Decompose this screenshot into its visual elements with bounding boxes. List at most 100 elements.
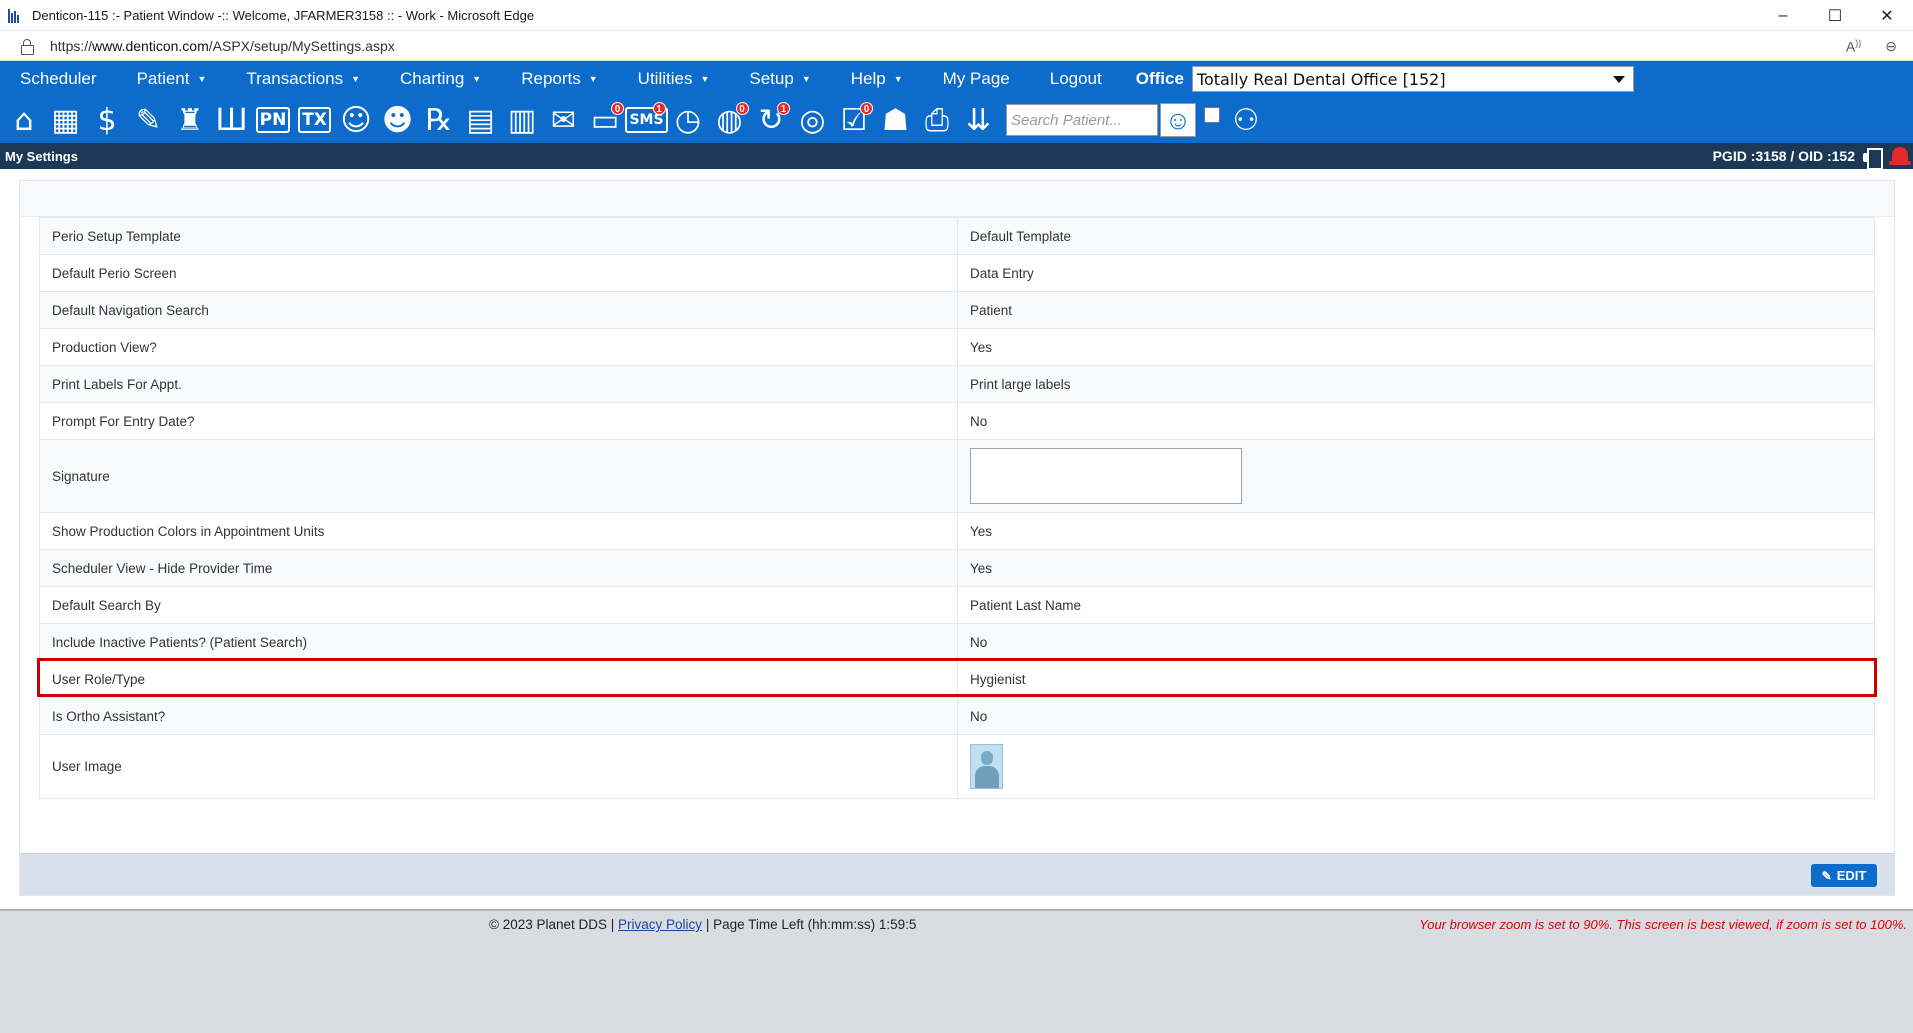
read-aloud-icon[interactable]: A)) bbox=[1846, 38, 1861, 55]
menu-scheduler[interactable]: Scheduler bbox=[0, 69, 117, 89]
clock-icon[interactable]: ◷ bbox=[670, 101, 706, 139]
setting-label: Print Labels For Appt. bbox=[39, 365, 958, 403]
search-patient-input[interactable] bbox=[1006, 104, 1158, 136]
patient-search-icon[interactable]: ☺ bbox=[1160, 103, 1196, 137]
treatment-icon[interactable]: TX bbox=[297, 101, 333, 139]
caret-down-icon: ▼ bbox=[893, 74, 903, 84]
table-row: Include Inactive Patients? (Patient Sear… bbox=[39, 623, 1875, 661]
advanced-search-icon[interactable]: ⚇ bbox=[1228, 101, 1264, 139]
menu-logout[interactable]: Logout bbox=[1030, 69, 1122, 89]
globe-icon[interactable]: ◎ bbox=[795, 101, 831, 139]
table-row: User Image bbox=[39, 734, 1875, 799]
setting-value: No bbox=[957, 697, 1875, 735]
zoom-icon[interactable]: ⊖ bbox=[1885, 38, 1897, 55]
table-row: Signature bbox=[39, 439, 1875, 513]
pencil-icon: ✎ bbox=[1821, 868, 1832, 883]
caret-down-icon: ▼ bbox=[472, 74, 482, 84]
setting-value: Patient bbox=[957, 291, 1875, 329]
dollar-icon[interactable]: $ bbox=[89, 101, 125, 139]
office-select-value: Totally Real Dental Office [152] bbox=[1196, 69, 1446, 89]
setting-label: Default Navigation Search bbox=[39, 291, 958, 329]
setting-value bbox=[957, 734, 1875, 799]
caret-down-icon: ▼ bbox=[351, 74, 361, 84]
tasks-icon[interactable]: ☑ 0 bbox=[836, 101, 873, 139]
setting-label: Is Ortho Assistant? bbox=[39, 697, 958, 735]
bell-icon[interactable] bbox=[1889, 146, 1911, 168]
messages-icon[interactable]: ▭ 0 bbox=[587, 101, 624, 139]
window-title: Denticon-115 :- Patient Window -:: Welco… bbox=[32, 7, 535, 23]
prescription-icon[interactable]: ℞ bbox=[421, 101, 457, 139]
printer-toolbar-icon[interactable]: ⎙ bbox=[919, 101, 955, 139]
zoom-warning: Your browser zoom is set to 90%. This sc… bbox=[1419, 917, 1907, 932]
table-row: Perio Setup Template Default Template bbox=[39, 217, 1875, 255]
fax-icon[interactable]: ▥ bbox=[504, 101, 540, 139]
home-icon[interactable]: ⌂ bbox=[6, 101, 42, 139]
mail-icon[interactable]: ✉ bbox=[546, 101, 582, 139]
setting-label: Default Search By bbox=[39, 586, 958, 624]
setting-value: Yes bbox=[957, 512, 1875, 550]
document-icon[interactable]: ▤ bbox=[463, 101, 499, 139]
menu-patient[interactable]: Patient ▼ bbox=[117, 69, 227, 89]
setting-label: Prompt For Entry Date? bbox=[39, 402, 958, 440]
add-patient-icon[interactable]: ☺ bbox=[338, 101, 374, 139]
page-title: My Settings bbox=[5, 148, 78, 164]
setting-value: Patient Last Name bbox=[957, 586, 1875, 624]
privacy-policy-link[interactable]: Privacy Policy bbox=[618, 917, 702, 932]
subheader-actions bbox=[1863, 146, 1911, 170]
office-select[interactable]: Totally Real Dental Office [152] bbox=[1191, 66, 1634, 92]
main-content: Perio Setup Template Default Template Def… bbox=[0, 169, 1913, 909]
menu-utilities[interactable]: Utilities ▼ bbox=[618, 69, 730, 89]
web-alerts-icon[interactable]: ◍ 0 bbox=[712, 101, 749, 139]
setting-label: User Image bbox=[39, 734, 958, 799]
setting-value: Data Entry bbox=[957, 254, 1875, 292]
sync-icon[interactable]: ↻ 1 bbox=[753, 101, 790, 139]
close-button[interactable]: ✕ bbox=[1861, 0, 1913, 31]
menu-reports[interactable]: Reports ▼ bbox=[501, 69, 617, 89]
menu-charting[interactable]: Charting ▼ bbox=[380, 69, 501, 89]
search-option-checkbox[interactable] bbox=[1204, 107, 1220, 123]
edit-button[interactable]: ✎ EDIT bbox=[1811, 864, 1877, 887]
table-row-user-role: User Role/Type Hygienist bbox=[39, 660, 1875, 698]
lock-icon[interactable] bbox=[20, 38, 34, 55]
address-bar[interactable]: https://www.denticon.com/ASPX/setup/MySe… bbox=[0, 31, 1913, 61]
setting-label: Scheduler View - Hide Provider Time bbox=[39, 549, 958, 587]
table-row: Show Production Colors in Appointment Un… bbox=[39, 512, 1875, 550]
tooth-icon[interactable]: Ш bbox=[214, 101, 250, 139]
edit-notes-icon[interactable]: ✎ bbox=[131, 101, 167, 139]
setting-value: No bbox=[957, 402, 1875, 440]
setting-value bbox=[957, 439, 1875, 513]
setting-value: Yes bbox=[957, 549, 1875, 587]
minimize-button[interactable]: – bbox=[1757, 0, 1809, 31]
team-icon[interactable]: ☗ bbox=[878, 101, 914, 139]
url-text[interactable]: https://www.denticon.com/ASPX/setup/MySe… bbox=[50, 38, 395, 54]
sms-icon[interactable]: SMS 1 bbox=[625, 101, 668, 139]
table-row: Default Navigation Search Patient bbox=[39, 291, 1875, 329]
page-subheader: My Settings PGID :3158 / OID :152 bbox=[0, 143, 1913, 170]
denticon-app-icon bbox=[8, 7, 24, 23]
table-row: Is Ortho Assistant? No bbox=[39, 697, 1875, 735]
caret-down-icon: ▼ bbox=[801, 74, 811, 84]
icon-toolbar: ⌂ ▦ $ ✎ ♜ Ш PN TX ☺ ☻ ℞ ▤ ▥ ✉ ▭ 0 SMS 1 ◷ … bbox=[0, 97, 1913, 143]
panel-header-strip bbox=[20, 181, 1894, 217]
tasks-badge: 0 bbox=[860, 102, 873, 115]
progress-notes-icon[interactable]: PN bbox=[255, 101, 291, 139]
sync-badge: 1 bbox=[777, 102, 790, 115]
printer-icon[interactable] bbox=[1863, 148, 1883, 170]
maximize-button[interactable]: ☐ bbox=[1809, 0, 1861, 31]
panel-footer: ✎ EDIT bbox=[20, 853, 1894, 895]
settings-panel: Perio Setup Template Default Template Def… bbox=[19, 180, 1895, 896]
tooth-chart-icon[interactable]: ♜ bbox=[172, 101, 208, 139]
office-label: Office bbox=[1135, 69, 1184, 88]
copyright-text: © 2023 Planet DDS bbox=[489, 917, 608, 932]
calendar-icon[interactable]: ▦ bbox=[48, 101, 84, 139]
add-family-icon[interactable]: ☻ bbox=[380, 101, 416, 139]
menu-my-page[interactable]: My Page bbox=[923, 69, 1030, 89]
collapse-down-icon[interactable]: ⇊ bbox=[961, 101, 997, 139]
user-avatar-image bbox=[970, 744, 1003, 789]
menu-setup[interactable]: Setup ▼ bbox=[729, 69, 830, 89]
caret-down-icon: ▼ bbox=[700, 74, 710, 84]
menu-transactions[interactable]: Transactions ▼ bbox=[226, 69, 380, 89]
menu-help[interactable]: Help ▼ bbox=[831, 69, 923, 89]
setting-label: Signature bbox=[39, 439, 958, 513]
sms-badge: 1 bbox=[652, 102, 666, 115]
